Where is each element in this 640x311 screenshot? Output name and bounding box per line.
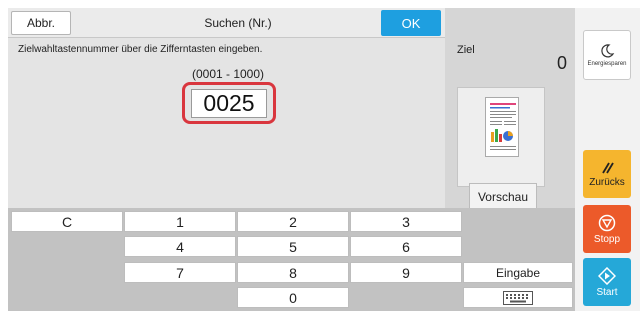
ok-button[interactable]: OK <box>381 10 441 36</box>
start-icon <box>598 266 616 285</box>
key-0[interactable]: 0 <box>237 287 349 308</box>
back-button[interactable]: Zurücks <box>583 150 631 198</box>
key-2[interactable]: 2 <box>237 211 349 232</box>
ziel-label: Ziel <box>457 44 475 56</box>
instruction-text: Zielwahltastennummer über die Zifferntas… <box>18 44 263 55</box>
preview-button[interactable]: Vorschau <box>469 183 537 211</box>
back-label: Zurücks <box>589 176 625 188</box>
stop-label: Stopp <box>593 233 621 245</box>
start-label: Start <box>596 286 618 298</box>
screen: Abbr. Suchen (Nr.) OK Zielwahltastennumm… <box>0 0 640 311</box>
key-4[interactable]: 4 <box>124 236 236 257</box>
energy-save-label: Energiesparen <box>587 61 627 67</box>
key-8[interactable]: 8 <box>237 262 349 283</box>
stop-button[interactable]: Stopp <box>583 205 631 253</box>
preview-thumbnail <box>457 87 545 187</box>
moon-icon <box>601 44 615 58</box>
range-label: (0001 - 1000) <box>191 67 265 81</box>
keyboard-button[interactable] <box>463 287 573 308</box>
ziel-count: 0 <box>557 53 568 73</box>
status-panel: Ziel 0 Vorschau <box>445 8 575 211</box>
start-button[interactable]: Start <box>583 258 631 306</box>
energy-save-button[interactable]: Energiesparen <box>583 30 631 80</box>
dialog-title: Suchen (Nr.) <box>204 16 272 30</box>
key-5[interactable]: 5 <box>237 236 349 257</box>
key-9[interactable]: 9 <box>350 262 462 283</box>
key-3[interactable]: 3 <box>350 211 462 232</box>
key-1[interactable]: 1 <box>124 211 236 232</box>
key-clear[interactable]: C <box>11 211 123 232</box>
search-dialog: Abbr. Suchen (Nr.) OK Zielwahltastennumm… <box>8 8 445 208</box>
cancel-button[interactable]: Abbr. <box>11 11 71 35</box>
number-input[interactable]: 0025 <box>191 89 267 118</box>
keyboard-icon <box>503 290 533 305</box>
stop-icon <box>598 214 616 231</box>
key-6[interactable]: 6 <box>350 236 462 257</box>
enter-button[interactable]: Eingabe <box>463 262 573 283</box>
back-arrows-icon <box>602 162 614 173</box>
keypad: C 1 2 3 4 5 6 7 8 9 Eingabe 0 <box>8 208 575 311</box>
dialog-header: Abbr. Suchen (Nr.) OK <box>8 8 445 38</box>
document-thumbnail <box>485 97 519 157</box>
key-7[interactable]: 7 <box>124 262 236 283</box>
